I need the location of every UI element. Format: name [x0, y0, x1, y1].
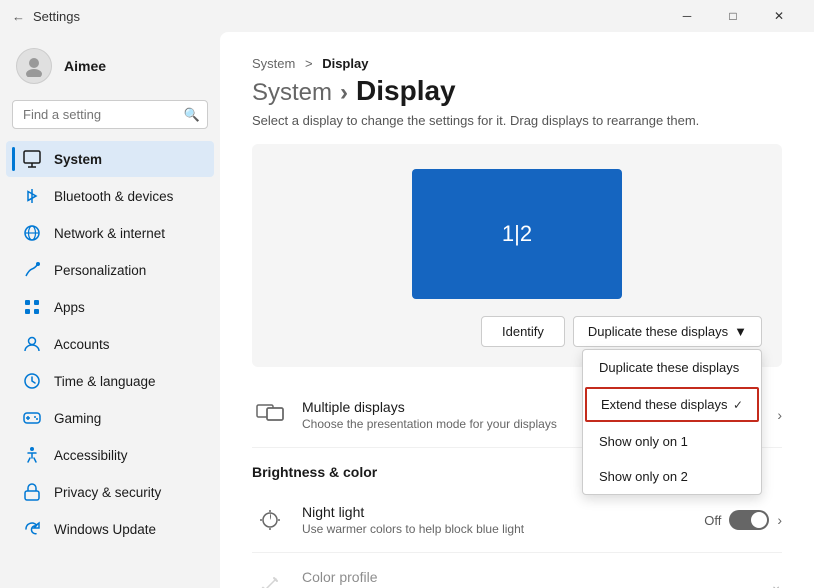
- sidebar-item-gaming[interactable]: Gaming: [6, 400, 214, 436]
- sidebar-label-bluetooth: Bluetooth & devices: [54, 189, 173, 204]
- sidebar: Aimee 🔍 System: [0, 32, 220, 588]
- color-profile-label: Color profile: [302, 569, 770, 585]
- breadcrumb-parent: System: [252, 56, 295, 71]
- night-light-desc: Use warmer colors to help block blue lig…: [302, 522, 704, 536]
- dropdown-item-extend[interactable]: Extend these displays ✓: [585, 387, 759, 422]
- bluetooth-icon: [22, 186, 42, 206]
- identify-button[interactable]: Identify: [481, 316, 565, 347]
- color-profile-row[interactable]: Color profile Adjust the way colors appe…: [252, 553, 782, 588]
- chevron-down-icon: ▼: [734, 324, 747, 339]
- breadcrumb-separator: >: [305, 56, 313, 71]
- sidebar-label-gaming: Gaming: [54, 411, 101, 426]
- title-bar: ← Settings ─ □ ✕: [0, 0, 814, 32]
- sidebar-label-apps: Apps: [54, 300, 85, 315]
- title-bar-controls: ─ □ ✕: [664, 0, 802, 32]
- user-profile: Aimee: [0, 40, 220, 100]
- dropdown-item-label: Extend these displays: [601, 397, 727, 412]
- sidebar-label-system: System: [54, 152, 102, 167]
- sidebar-item-personalization[interactable]: Personalization: [6, 252, 214, 288]
- dropdown-item-only2[interactable]: Show only on 2: [583, 459, 761, 494]
- main-content: System > Display System›Display Select a…: [220, 32, 814, 588]
- dropdown-label: Duplicate these displays: [588, 324, 728, 339]
- time-icon: [22, 371, 42, 391]
- dropdown-wrapper: Duplicate these displays ▼ Duplicate the…: [573, 316, 762, 347]
- sidebar-label-network: Network & internet: [54, 226, 165, 241]
- sidebar-label-accessibility: Accessibility: [54, 448, 128, 463]
- color-profile-icon: [252, 567, 288, 588]
- page-subtitle: Select a display to change the settings …: [252, 113, 782, 128]
- breadcrumb: System > Display: [252, 56, 782, 71]
- gaming-icon: [22, 408, 42, 428]
- color-profile-action: ⌄: [770, 577, 782, 588]
- night-light-row[interactable]: Night light Use warmer colors to help bl…: [252, 488, 782, 553]
- app-body: Aimee 🔍 System: [0, 32, 814, 588]
- display-preview-area: 1|2 Identify Duplicate these displays ▼ …: [252, 144, 782, 367]
- monitor-label: 1|2: [502, 221, 532, 247]
- night-light-label: Night light: [302, 504, 704, 520]
- dropdown-item-label: Show only on 2: [599, 469, 688, 484]
- monitor-display[interactable]: 1|2: [412, 169, 622, 299]
- dropdown-item-label: Duplicate these displays: [599, 360, 739, 375]
- search-input[interactable]: [12, 100, 208, 129]
- user-name: Aimee: [64, 58, 106, 74]
- dropdown-item-label: Show only on 1: [599, 434, 688, 449]
- network-icon: [22, 223, 42, 243]
- display-monitors: 1|2: [272, 164, 762, 304]
- night-light-text: Night light Use warmer colors to help bl…: [302, 504, 704, 536]
- color-profile-text: Color profile Adjust the way colors appe…: [302, 569, 770, 588]
- system-icon: [22, 149, 42, 169]
- maximize-button[interactable]: □: [710, 0, 756, 32]
- dropdown-item-duplicate[interactable]: Duplicate these displays: [583, 350, 761, 385]
- minimize-button[interactable]: ─: [664, 0, 710, 32]
- sidebar-label-time: Time & language: [54, 374, 156, 389]
- chevron-right-icon: ›: [777, 512, 782, 528]
- sidebar-item-bluetooth[interactable]: Bluetooth & devices: [6, 178, 214, 214]
- breadcrumb-current: Display: [322, 56, 368, 71]
- accessibility-icon: [22, 445, 42, 465]
- personalization-icon: [22, 260, 42, 280]
- close-button[interactable]: ✕: [756, 0, 802, 32]
- sidebar-item-network[interactable]: Network & internet: [6, 215, 214, 251]
- display-dropdown-button[interactable]: Duplicate these displays ▼: [573, 316, 762, 347]
- night-light-toggle[interactable]: [729, 510, 769, 530]
- sidebar-label-privacy: Privacy & security: [54, 485, 161, 500]
- dropdown-item-only1[interactable]: Show only on 1: [583, 424, 761, 459]
- checkmark-icon: ✓: [733, 398, 743, 412]
- sidebar-item-system[interactable]: System: [6, 141, 214, 177]
- sidebar-item-accounts[interactable]: Accounts: [6, 326, 214, 362]
- accounts-icon: [22, 334, 42, 354]
- sidebar-item-update[interactable]: Windows Update: [6, 511, 214, 547]
- chevron-right-icon: ›: [777, 407, 782, 423]
- sidebar-item-accessibility[interactable]: Accessibility: [6, 437, 214, 473]
- title-bar-left: ← Settings: [12, 9, 80, 24]
- sidebar-item-privacy[interactable]: Privacy & security: [6, 474, 214, 510]
- sidebar-label-accounts: Accounts: [54, 337, 110, 352]
- chevron-down-icon: ⌄: [770, 577, 782, 588]
- apps-icon: [22, 297, 42, 317]
- multiple-displays-icon: [252, 397, 288, 433]
- display-controls: Identify Duplicate these displays ▼ Dupl…: [481, 316, 762, 347]
- night-light-status: Off: [704, 513, 721, 528]
- back-arrow[interactable]: ←: [12, 9, 25, 24]
- multiple-displays-action: ›: [777, 407, 782, 423]
- privacy-icon: [22, 482, 42, 502]
- search-box: 🔍: [12, 100, 208, 129]
- page-title: System›Display: [252, 75, 782, 107]
- update-icon: [22, 519, 42, 539]
- night-light-action: Off ›: [704, 510, 782, 530]
- sidebar-item-time[interactable]: Time & language: [6, 363, 214, 399]
- sidebar-label-update: Windows Update: [54, 522, 156, 537]
- avatar: [16, 48, 52, 84]
- app-title: Settings: [33, 9, 80, 24]
- sidebar-item-apps[interactable]: Apps: [6, 289, 214, 325]
- sidebar-label-personalization: Personalization: [54, 263, 146, 278]
- night-light-icon: [252, 502, 288, 538]
- dropdown-menu: Duplicate these displays Extend these di…: [582, 349, 762, 495]
- search-icon: 🔍: [184, 107, 200, 123]
